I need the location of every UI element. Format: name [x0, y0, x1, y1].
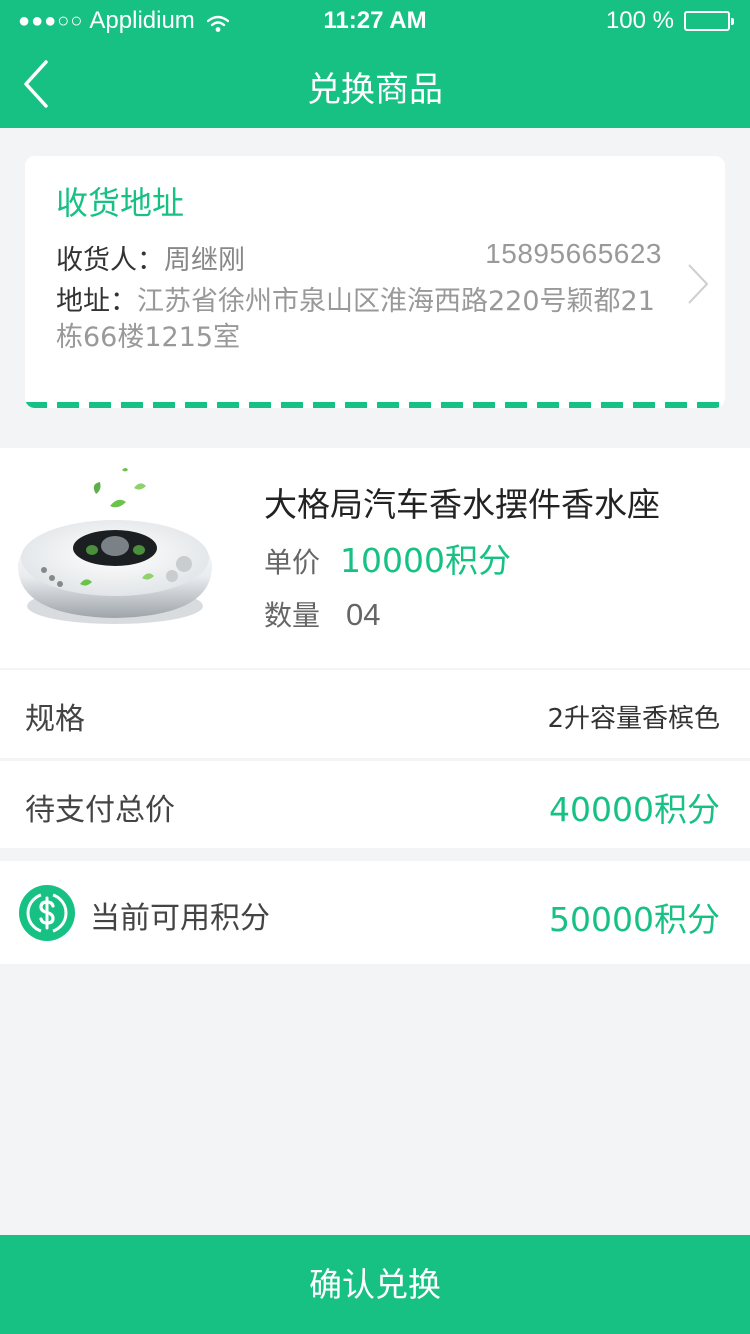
receiver-label: 收货人：	[56, 245, 164, 276]
spec-value: 2升容量香槟色	[547, 704, 720, 734]
shipping-address-card[interactable]: 收货地址 收货人：周继刚 15895665623 地址：江苏省徐州市泉山区淮海西…	[25, 156, 725, 408]
unit-price-value: 10000积分	[340, 541, 511, 580]
address-label: 地址：	[56, 286, 137, 317]
product-card: 大格局汽车香水摆件香水座 单价 10000积分 数量 04	[0, 448, 750, 668]
receiver-phone: 15895665623	[485, 238, 662, 269]
total-price-row: 待支付总价 40000积分	[0, 761, 750, 848]
battery-icon	[684, 11, 734, 31]
quantity-row: 数量 04	[264, 594, 381, 634]
page-title: 兑换商品	[307, 70, 443, 110]
nav-bar: 兑换商品	[0, 40, 750, 128]
quantity-value: 04	[346, 597, 381, 632]
receiver-row: 收货人：周继刚 15895665623	[56, 238, 662, 277]
available-points-label: 当前可用积分	[90, 901, 270, 936]
total-price-label: 待支付总价	[25, 793, 175, 828]
chevron-right-icon	[685, 262, 711, 306]
unit-price-row: 单价 10000积分	[264, 534, 511, 582]
dollar-coin-icon	[19, 885, 75, 941]
address-text: 江苏省徐州市泉山区淮海西路220号颖都21栋66楼1215室	[56, 286, 655, 353]
unit-price-label: 单价	[264, 546, 321, 579]
total-price-value: 40000积分	[549, 790, 720, 829]
address-heading: 收货地址	[56, 184, 185, 222]
available-points-value: 50000积分	[549, 900, 720, 939]
product-image	[14, 466, 216, 642]
address-detail: 地址：江苏省徐州市泉山区淮海西路220号颖都21栋66楼1215室	[56, 284, 668, 356]
receiver-name: 周继刚	[164, 245, 245, 276]
available-points-row: 当前可用积分 50000积分	[0, 861, 750, 964]
confirm-exchange-button[interactable]: 确认兑换	[0, 1235, 750, 1334]
quantity-label: 数量	[264, 599, 321, 632]
envelope-stripe-border	[25, 402, 725, 408]
battery-percent: 100 %	[605, 7, 674, 34]
status-bar: ●●●○○ Applidium 11:27 AM 100 %	[0, 0, 750, 40]
status-right: 100 %	[605, 7, 734, 35]
spec-row: 规格 2升容量香槟色	[0, 670, 750, 758]
spec-label: 规格	[25, 702, 85, 737]
product-name: 大格局汽车香水摆件香水座	[264, 485, 660, 524]
